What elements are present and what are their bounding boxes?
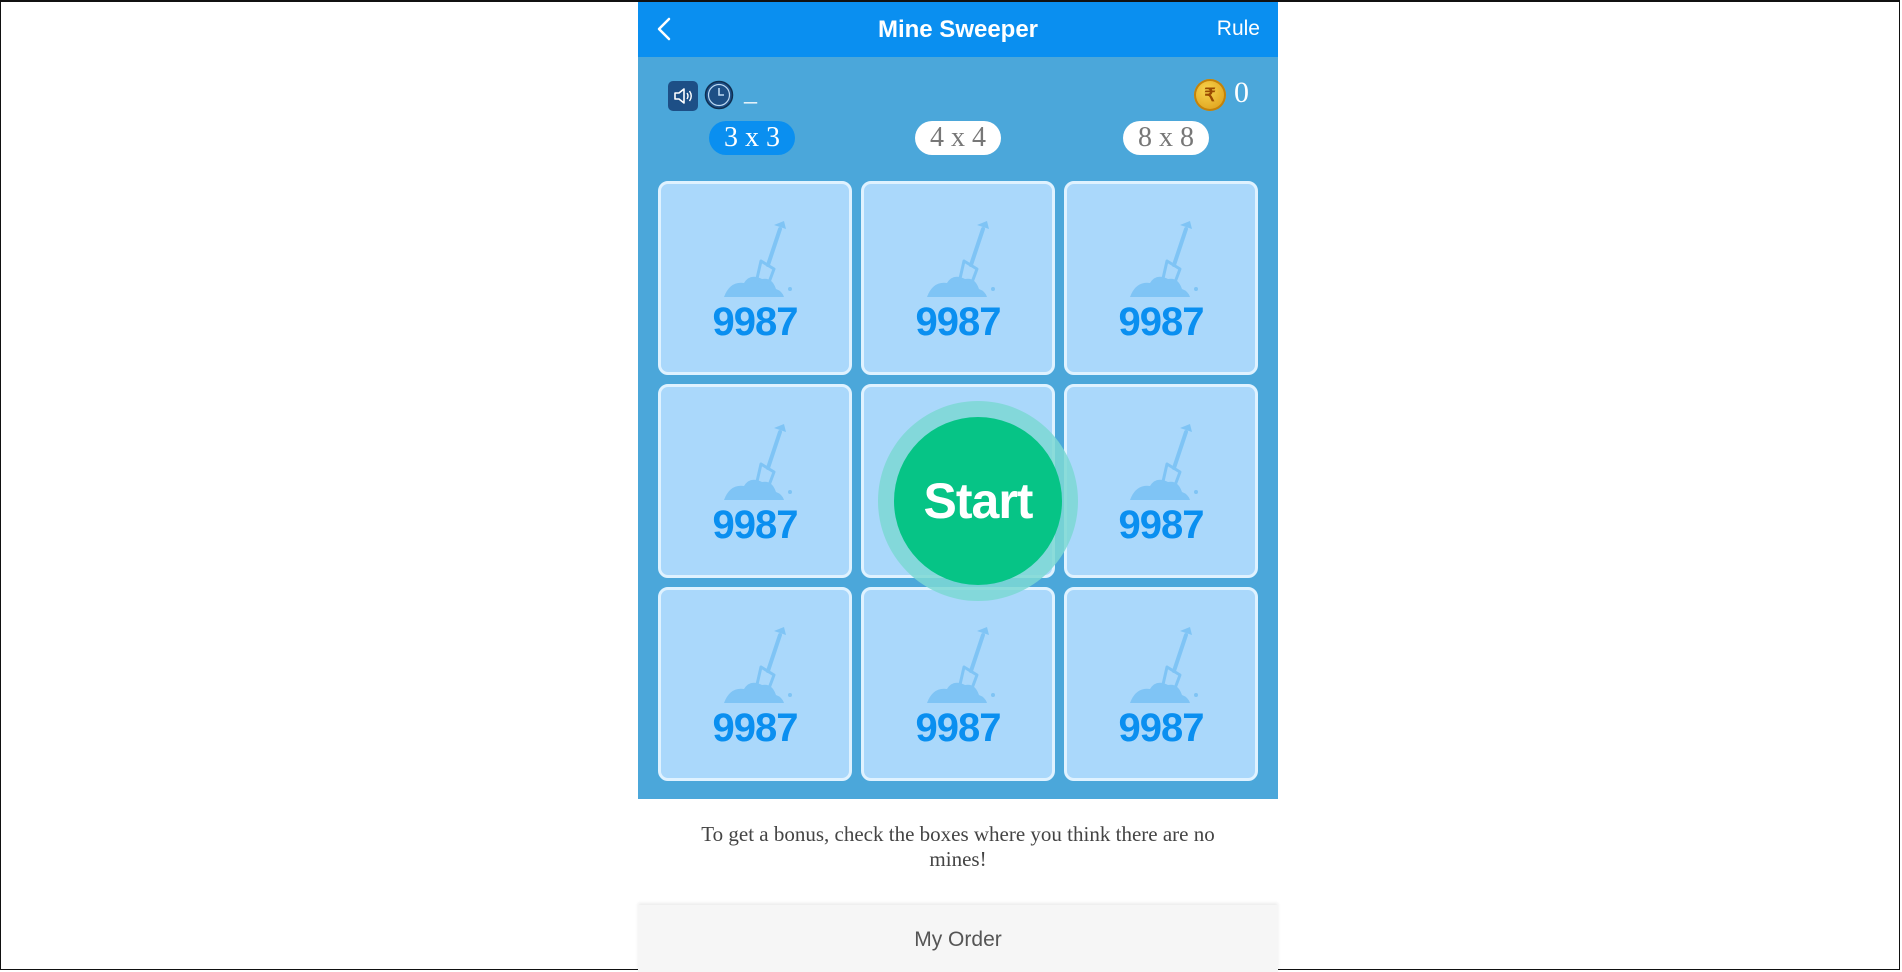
bonus-hint-text: To get a bonus, check the boxes where yo… [701, 822, 1215, 871]
top-bar: Mine Sweeper Rule [638, 2, 1278, 57]
page-title: Mine Sweeper [877, 16, 1039, 43]
timer-value: _ [744, 77, 757, 106]
mine-sweeper-app: Mine Sweeper Rule _ ₹ 0 3 x 3 4 x 4 8 x … [638, 2, 1278, 972]
shovel-icon [927, 221, 995, 297]
cell-value: 9987 [915, 706, 1002, 750]
shovel-icon [724, 627, 792, 703]
rule-button[interactable]: Rule [1217, 17, 1260, 41]
shovel-icon [724, 424, 792, 500]
coin-balance: 0 [1234, 76, 1249, 109]
grid-cell[interactable]: 9987 [1064, 181, 1258, 375]
sound-icon[interactable] [668, 81, 698, 111]
shovel-icon [1130, 424, 1198, 500]
board-size-tab-4x4[interactable]: 4 x 4 [915, 121, 1001, 155]
board-size-tab-8x8[interactable]: 8 x 8 [1123, 121, 1209, 155]
grid-cell[interactable]: 9987 [658, 384, 852, 578]
my-order-bar[interactable]: My Order [638, 905, 1278, 972]
cell-value: 9987 [712, 300, 799, 344]
cell-value: 9987 [915, 300, 1002, 344]
shovel-icon [1130, 221, 1198, 297]
rupee-coin-icon: ₹ [1194, 79, 1226, 111]
cell-value: 9987 [712, 706, 799, 750]
shovel-icon [724, 221, 792, 297]
grid-cell[interactable]: 9987 [658, 181, 852, 375]
cell-value: 9987 [1118, 706, 1205, 750]
game-panel: _ ₹ 0 3 x 3 4 x 4 8 x 8 9987 9987 9987 9… [638, 57, 1278, 799]
mine-grid: 9987 9987 9987 9987 9987 9987 9987 9987 … [658, 181, 1258, 781]
cell-value: 9987 [1118, 300, 1205, 344]
grid-cell[interactable]: 9987 [1064, 384, 1258, 578]
grid-cell[interactable]: 9987 [1064, 587, 1258, 781]
cell-value: 9987 [1118, 503, 1205, 547]
board-size-tab-3x3[interactable]: 3 x 3 [709, 121, 795, 155]
shovel-icon [927, 627, 995, 703]
grid-cell[interactable]: 9987 [861, 587, 1055, 781]
my-order-label: My Order [914, 928, 1002, 951]
shovel-icon [1130, 627, 1198, 703]
grid-cell[interactable]: 9987 [658, 587, 852, 781]
clock-icon [704, 80, 734, 110]
grid-cell[interactable]: 9987 [861, 181, 1055, 375]
start-button[interactable]: Start [894, 417, 1062, 585]
cell-value: 9987 [712, 503, 799, 547]
